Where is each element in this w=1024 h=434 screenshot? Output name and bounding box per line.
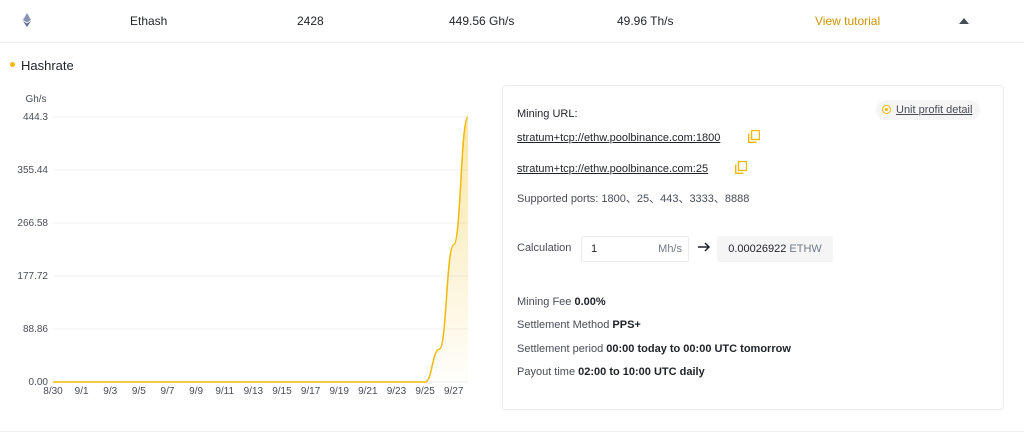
- x-tick-label: 9/21: [358, 386, 378, 397]
- bullet-dot: [10, 62, 15, 68]
- worker-count: 2428: [297, 14, 324, 28]
- mining-info-panel: Mining URL: Unit profit detail stratum+t…: [502, 85, 1004, 410]
- hashrate-chart: Gh/s444.3355.44266.58177.7288.860.008/30…: [17, 94, 469, 397]
- x-tick-label: 9/1: [75, 386, 89, 397]
- settlement-method-value: PPS+: [612, 319, 641, 331]
- x-tick-label: 8/30: [43, 386, 63, 397]
- x-tick-label: 9/27: [444, 386, 464, 397]
- view-tutorial-link[interactable]: View tutorial: [815, 14, 880, 28]
- x-tick-label: 9/5: [132, 386, 146, 397]
- payout-time-row: Payout time 02:00 to 10:00 UTC daily: [517, 366, 705, 378]
- hashrate-input-field[interactable]: Mh/s: [581, 236, 689, 262]
- hashrate-section-title: Hashrate: [10, 58, 74, 73]
- mining-fee-row: Mining Fee 0.00%: [517, 296, 606, 308]
- caret-up-icon: [959, 18, 969, 24]
- settlement-period-value: 00:00 today to 00:00 UTC tomorrow: [606, 343, 791, 355]
- y-tick-label: 88.86: [23, 324, 48, 335]
- unit-profit-detail-label: Unit profit detail: [896, 104, 973, 116]
- copy-icon[interactable]: [735, 161, 747, 174]
- x-tick-label: 9/9: [189, 386, 203, 397]
- y-axis-unit: Gh/s: [25, 94, 46, 105]
- hashrate-value: 449.56 Gh/s: [449, 14, 515, 28]
- result-coin: ETHW: [789, 243, 822, 255]
- mining-url-label: Mining URL:: [517, 108, 578, 120]
- algorithm-row: Ethash 2428 449.56 Gh/s 49.96 Th/s View …: [0, 0, 1024, 43]
- divider: [0, 431, 1024, 432]
- x-tick-label: 9/15: [272, 386, 292, 397]
- settlement-period-row: Settlement period 00:00 today to 00:00 U…: [517, 343, 791, 355]
- hashrate-total: 49.96 Th/s: [617, 14, 674, 28]
- mining-fee-value: 0.00%: [574, 296, 606, 308]
- algorithm-name: Ethash: [130, 14, 168, 28]
- ethereum-icon: [23, 13, 31, 27]
- x-tick-label: 9/25: [415, 386, 435, 397]
- x-tick-label: 9/19: [329, 386, 349, 397]
- unit-profit-detail-button[interactable]: Unit profit detail: [876, 100, 981, 120]
- calculation-label: Calculation: [517, 242, 572, 254]
- result-value: 0.00026922: [728, 243, 787, 255]
- calculation-result: 0.00026922 ETHW: [717, 236, 833, 262]
- mining-fee-label: Mining Fee: [517, 296, 572, 308]
- y-tick-label: 355.44: [17, 165, 48, 176]
- x-tick-label: 9/23: [387, 386, 407, 397]
- series-line: [52, 116, 469, 383]
- mining-url-2[interactable]: stratum+tcp://ethw.poolbinance.com:25: [517, 163, 708, 175]
- payout-time-value: 02:00 to 10:00 UTC daily: [578, 366, 705, 378]
- settlement-period-label: Settlement period: [517, 343, 604, 355]
- hashrate-unit: Mh/s: [658, 243, 682, 255]
- payout-time-label: Payout time: [517, 366, 576, 378]
- supported-ports: Supported ports: 1800、25、443、3333、8888: [517, 193, 750, 205]
- y-tick-label: 177.72: [17, 271, 48, 282]
- copy-icon[interactable]: [748, 130, 760, 143]
- settlement-method-row: Settlement Method PPS+: [517, 319, 641, 331]
- settlement-method-label: Settlement Method: [517, 319, 610, 331]
- x-tick-label: 9/17: [301, 386, 321, 397]
- collapse-button[interactable]: [950, 10, 978, 32]
- y-tick-label: 444.3: [23, 112, 48, 123]
- y-tick-label: 266.58: [17, 218, 48, 229]
- x-tick-label: 9/13: [244, 386, 264, 397]
- section-title-text: Hashrate: [21, 58, 74, 73]
- arrow-right-icon: [698, 242, 711, 252]
- x-tick-label: 9/11: [215, 386, 234, 397]
- radio-icon: [882, 105, 891, 114]
- x-tick-label: 9/7: [161, 386, 175, 397]
- hashrate-input[interactable]: [586, 240, 656, 258]
- x-tick-label: 9/3: [103, 386, 117, 397]
- mining-url-1[interactable]: stratum+tcp://ethw.poolbinance.com:1800: [517, 132, 720, 144]
- series-area: [53, 117, 468, 382]
